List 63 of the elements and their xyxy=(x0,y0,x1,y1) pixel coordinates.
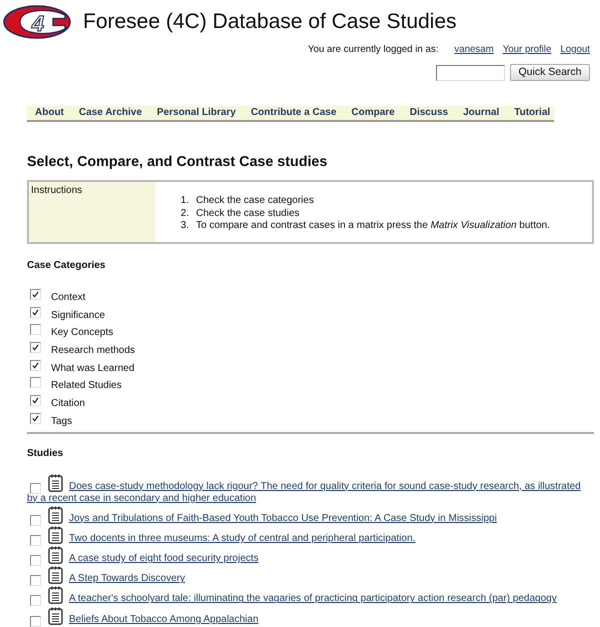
study-link[interactable]: Joys and Tribulations of Faith-Based Youth Tobacco Use Prevention: A Case Study in Mississippi xyxy=(69,512,497,524)
checkbox[interactable] xyxy=(30,534,41,546)
category-label: Tags xyxy=(51,416,72,428)
user-link[interactable]: vanesam xyxy=(454,43,494,56)
step-number: 3. xyxy=(180,220,189,233)
checkbox[interactable] xyxy=(30,324,41,336)
step-text: Check the case categories xyxy=(196,195,314,208)
category-label: Citation xyxy=(51,398,85,410)
category-label: Significance xyxy=(51,310,105,322)
notepad-icon xyxy=(48,506,63,524)
notepad-icon xyxy=(48,566,63,584)
category-label: What was Learned xyxy=(51,362,134,375)
login-status-text: You are currently logged in as: xyxy=(308,43,438,56)
step-text: To compare and contrast cases in a matrix press the Matrix Visualization button. xyxy=(196,220,550,233)
notepad-icon xyxy=(48,606,63,625)
nav-link[interactable]: Tutorial xyxy=(514,107,550,119)
category-label: Research methods xyxy=(51,345,135,358)
page-heading: Select, Compare, and Contrast Case studies xyxy=(27,154,328,170)
study-link[interactable]: Does case-study methodology lack rigour? The need for quality criteria for sound case-study research, as illustrated by a recent case in secondary and higher education xyxy=(27,480,594,504)
user-link[interactable]: Logout xyxy=(560,43,590,56)
nav-link[interactable]: Contribute a Case xyxy=(250,107,336,119)
checkbox[interactable] xyxy=(30,555,41,566)
study-link[interactable]: A teacher's schoolyard tale: illuminating the vagaries of practicing participatory action research (par) pedagogy xyxy=(69,593,557,604)
notepad-icon xyxy=(48,546,63,564)
nav-link[interactable]: About xyxy=(35,107,64,119)
section-title: Case Categories xyxy=(27,260,106,272)
notepad-icon xyxy=(48,474,63,492)
step-number: 2. xyxy=(180,208,189,220)
study-link[interactable]: Beliefs About Tobacco Among Appalachian xyxy=(69,614,258,625)
notepad-icon xyxy=(48,526,63,544)
instructions-label: Instructions xyxy=(29,182,155,242)
logo: 4 xyxy=(3,5,71,39)
checkbox[interactable] xyxy=(30,482,41,494)
study-link[interactable]: Two docents in three museums: A study of central and peripheral participation. xyxy=(69,532,416,544)
checkbox[interactable] xyxy=(30,306,41,318)
checkbox[interactable] xyxy=(30,342,41,354)
checkbox[interactable] xyxy=(30,395,41,406)
search-field[interactable] xyxy=(436,64,505,80)
nav-link[interactable]: Personal Library xyxy=(156,107,236,119)
user-link[interactable]: Your profile xyxy=(502,43,552,56)
step-number: 1. xyxy=(180,195,189,208)
nav-link[interactable]: Journal xyxy=(463,107,500,119)
notepad-icon xyxy=(48,586,63,604)
quick-search-button[interactable]: Quick Search xyxy=(510,64,590,81)
study-link[interactable]: A Step Towards Discovery xyxy=(69,573,185,584)
nav-link[interactable]: Compare xyxy=(351,107,395,119)
checkbox[interactable] xyxy=(30,377,41,388)
checkbox[interactable] xyxy=(30,575,41,586)
checkbox[interactable] xyxy=(30,595,41,606)
nav-link[interactable]: Discuss xyxy=(410,107,448,119)
section-title: Studies xyxy=(27,448,64,460)
step-text: Check the case studies xyxy=(196,208,300,220)
checkbox[interactable] xyxy=(30,616,41,627)
checkbox[interactable] xyxy=(30,412,41,424)
checkbox[interactable] xyxy=(30,514,41,526)
page-title: Foresee (4C) Database of Case Studies xyxy=(83,9,457,35)
study-link[interactable]: A case study of eight food security projects xyxy=(69,553,259,564)
nav-link[interactable]: Case Archive xyxy=(78,107,142,119)
category-label: Related Studies xyxy=(51,380,122,392)
category-label: Key Concepts xyxy=(51,327,114,340)
category-label: Context xyxy=(51,292,86,304)
checkbox[interactable] xyxy=(30,289,41,300)
checkbox[interactable] xyxy=(30,360,41,371)
